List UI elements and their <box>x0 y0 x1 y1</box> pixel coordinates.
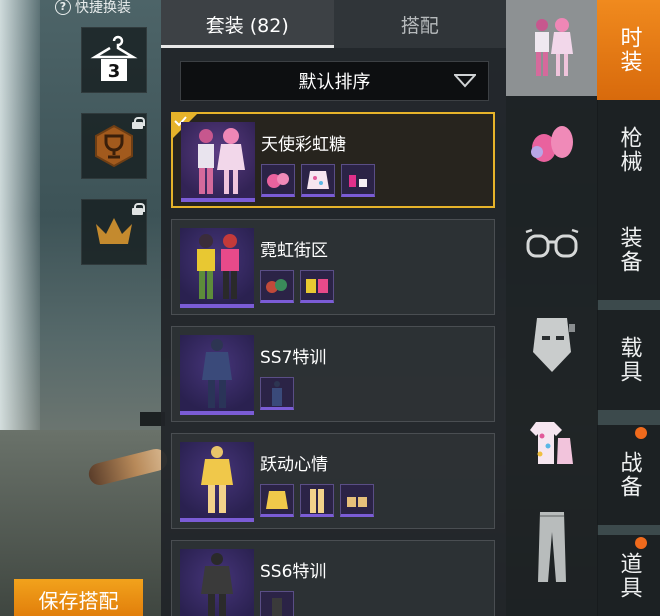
outfit-name: 跃动心情 <box>260 455 328 475</box>
pants-icon <box>538 512 566 582</box>
slot-badge: 3 <box>108 61 121 82</box>
part-suit[interactable] <box>260 591 294 616</box>
chevron-down-icon <box>454 74 476 88</box>
category-column <box>506 0 598 616</box>
help-icon: ? <box>55 0 71 15</box>
outfit-thumbnail <box>180 335 254 415</box>
quick-slot-1[interactable]: 3 <box>81 27 147 93</box>
outfit-thumbnail <box>180 442 254 522</box>
crown-icon <box>96 218 132 244</box>
outfit-panel: 套装 (82) 搭配 默认排序 天使彩虹糖 霓虹街区 SS7特训 跃动心情 SS… <box>161 0 506 616</box>
outfit-name: SS6特训 <box>260 562 327 582</box>
outfit-thumbnail <box>181 122 255 202</box>
vtab-label: 道具 <box>616 551 642 600</box>
part-suit[interactable] <box>260 377 294 410</box>
category-glasses[interactable] <box>506 196 598 292</box>
outfit-name: 霓虹街区 <box>260 241 328 261</box>
outfit-parts <box>260 377 294 410</box>
quick-slot-3[interactable] <box>81 199 147 265</box>
light-beam <box>0 0 40 430</box>
vtab-items[interactable]: 道具 <box>597 535 660 616</box>
part-hair[interactable] <box>261 164 295 197</box>
outfit-figure <box>197 234 239 299</box>
quick-swap-label[interactable]: ? 快捷换装 <box>55 0 131 17</box>
vtab-label: 战备 <box>616 451 642 499</box>
outfit-card[interactable]: 跃动心情 <box>171 433 495 529</box>
top-icon <box>530 422 573 464</box>
outfit-thumbnail <box>180 549 254 616</box>
outfit-card[interactable]: 霓虹街区 <box>171 219 495 315</box>
sort-dropdown[interactable]: 默认排序 <box>180 61 489 101</box>
vtab-weapons[interactable]: 枪械 <box>597 100 660 200</box>
quick-swap-text: 快捷换装 <box>75 0 131 16</box>
outfit-figure <box>202 339 232 408</box>
sort-label: 默认排序 <box>298 72 371 93</box>
panel-tabs: 套装 (82) 搭配 <box>161 0 506 48</box>
vtab-gear[interactable]: 装备 <box>597 200 660 300</box>
vtab-label: 时装 <box>616 26 642 74</box>
outfit-name: 天使彩虹糖 <box>261 135 346 155</box>
category-mask[interactable] <box>506 296 598 392</box>
hair-icon <box>531 126 573 162</box>
part-shoes[interactable] <box>341 164 375 197</box>
category-outfit[interactable] <box>506 0 598 96</box>
lock-icon <box>132 117 145 129</box>
vtab-fashion[interactable]: 时装 <box>597 0 660 100</box>
category-pants[interactable] <box>506 500 598 596</box>
vtab-label: 装备 <box>616 226 642 274</box>
outfit-parts <box>260 591 294 616</box>
part-pants[interactable] <box>300 484 334 517</box>
outfit-figure <box>201 553 233 616</box>
vtab-battle-prep[interactable]: 战备 <box>597 425 660 525</box>
glasses-icon <box>525 228 579 258</box>
category-top[interactable] <box>506 396 598 492</box>
tab-combos[interactable]: 搭配 <box>334 0 507 48</box>
tab-outfits[interactable]: 套装 (82) <box>161 0 334 48</box>
vtab-label: 枪械 <box>616 126 642 174</box>
notification-dot <box>635 427 647 439</box>
hanger-icon: 3 <box>90 35 138 82</box>
outfit-card[interactable]: SS7特训 <box>171 326 495 422</box>
outfit-figure <box>198 128 245 194</box>
vtab-label: 载具 <box>616 336 642 384</box>
mask-icon <box>533 318 575 372</box>
part-accessory[interactable] <box>260 270 294 303</box>
part-shoes[interactable] <box>340 484 374 517</box>
part-top[interactable] <box>260 484 294 517</box>
part-top[interactable] <box>301 164 335 197</box>
vtab-vehicles[interactable]: 载具 <box>597 310 660 410</box>
outfit-icon <box>535 18 573 76</box>
vertical-tabs: 时装 枪械 装备 载具 战备 道具 <box>597 0 660 616</box>
trophy-icon <box>95 124 133 168</box>
quick-slot-2[interactable] <box>81 113 147 179</box>
category-hair[interactable] <box>506 96 598 192</box>
outfit-card[interactable]: SS6特训 <box>171 540 495 616</box>
lock-icon <box>132 203 145 215</box>
outfit-parts <box>261 164 375 197</box>
outfit-card[interactable]: 天使彩虹糖 <box>171 112 495 208</box>
outfit-thumbnail <box>180 228 254 308</box>
part-top[interactable] <box>300 270 334 303</box>
outfit-name: SS7特训 <box>260 348 327 368</box>
outfit-figure <box>201 446 233 513</box>
notification-dot <box>635 537 647 549</box>
outfit-parts <box>260 484 374 517</box>
outfit-parts <box>260 270 334 303</box>
save-outfit-button[interactable]: 保存搭配 <box>14 579 143 616</box>
